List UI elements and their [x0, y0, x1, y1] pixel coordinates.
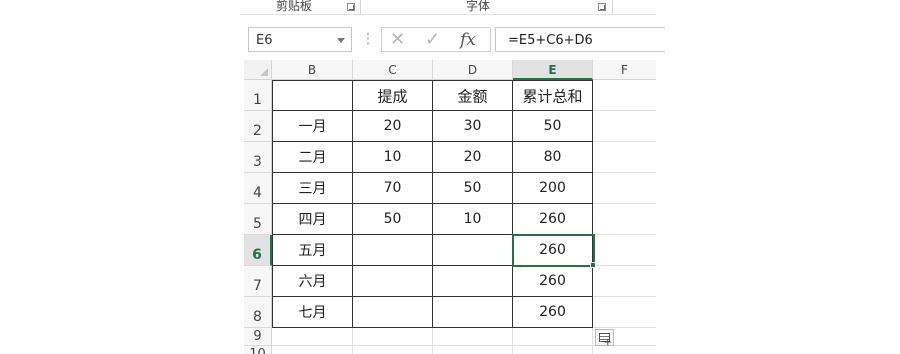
- table-cell[interactable]: 20: [433, 142, 513, 173]
- empty-cell[interactable]: [272, 346, 353, 354]
- table-cell[interactable]: 200: [513, 173, 593, 204]
- close-icon[interactable]: ✕: [390, 30, 405, 50]
- empty-cell[interactable]: [593, 173, 656, 204]
- table-cell[interactable]: 10: [353, 142, 433, 173]
- table-cell[interactable]: 六月: [272, 266, 353, 297]
- formula-bar-buttons: ✕ ✓ fx: [381, 27, 491, 52]
- formula-bar-grip-icon[interactable]: ⋮: [361, 31, 375, 47]
- table-cell[interactable]: [353, 297, 433, 328]
- ribbon-separator: [612, 0, 613, 14]
- column-header-c[interactable]: C: [353, 60, 433, 80]
- table-cell[interactable]: 260: [513, 266, 593, 297]
- table-cell[interactable]: 30: [433, 111, 513, 142]
- name-box-value: E6: [256, 33, 273, 48]
- empty-cell[interactable]: [593, 142, 656, 173]
- empty-cell[interactable]: [593, 297, 656, 328]
- font-dialog-launcher-icon[interactable]: [598, 3, 606, 11]
- row-header-5[interactable]: 5: [244, 204, 272, 235]
- table-header-cell[interactable]: [272, 80, 353, 111]
- empty-cell[interactable]: [593, 235, 656, 266]
- ribbon-separator: [360, 0, 361, 14]
- table-cell[interactable]: 80: [513, 142, 593, 173]
- table-cell[interactable]: 四月: [272, 204, 353, 235]
- table-cell[interactable]: 50: [433, 173, 513, 204]
- active-cell-e6[interactable]: 260: [513, 235, 593, 266]
- table-cell[interactable]: [433, 297, 513, 328]
- table-cell[interactable]: 20: [353, 111, 433, 142]
- empty-cell[interactable]: [513, 328, 593, 346]
- table-cell[interactable]: [353, 266, 433, 297]
- ribbon-group-clipboard-label: 剪贴板: [276, 0, 313, 13]
- check-icon[interactable]: ✓: [425, 30, 440, 50]
- formula-input[interactable]: =E5+C6+D6: [495, 27, 665, 52]
- table-cell[interactable]: [433, 235, 513, 266]
- row-header-1[interactable]: 1: [244, 80, 272, 111]
- name-box[interactable]: E6: [248, 27, 352, 52]
- table-cell[interactable]: 10: [433, 204, 513, 235]
- empty-cell[interactable]: [593, 204, 656, 235]
- table-cell[interactable]: 五月: [272, 235, 353, 266]
- row-header-7[interactable]: 7: [244, 266, 272, 297]
- row-header-6[interactable]: 6: [244, 235, 272, 266]
- ribbon-group-strip: 剪贴板 字体: [240, 0, 656, 15]
- empty-cell[interactable]: [433, 328, 513, 346]
- empty-cell[interactable]: [433, 346, 513, 354]
- table-cell[interactable]: [353, 235, 433, 266]
- empty-cell[interactable]: [593, 266, 656, 297]
- empty-cell[interactable]: [593, 346, 656, 354]
- empty-cell[interactable]: [353, 328, 433, 346]
- table-cell[interactable]: [433, 266, 513, 297]
- table-cell[interactable]: 一月: [272, 111, 353, 142]
- empty-cell[interactable]: [272, 328, 353, 346]
- row-header-2[interactable]: 2: [244, 111, 272, 142]
- table-cell[interactable]: 260: [513, 204, 593, 235]
- table-cell[interactable]: 50: [353, 204, 433, 235]
- insert-function-icon[interactable]: fx: [460, 30, 476, 50]
- empty-cell[interactable]: [593, 111, 656, 142]
- column-header-e[interactable]: E: [513, 60, 593, 80]
- chevron-down-icon[interactable]: [337, 38, 345, 43]
- clipboard-dialog-launcher-icon[interactable]: [347, 3, 355, 11]
- table-cell[interactable]: 260: [513, 297, 593, 328]
- row-header-10[interactable]: 10: [244, 346, 272, 354]
- table-header-cell[interactable]: 提成: [353, 80, 433, 111]
- row-header-8[interactable]: 8: [244, 297, 272, 328]
- table-cell[interactable]: 七月: [272, 297, 353, 328]
- row-header-3[interactable]: 3: [244, 142, 272, 173]
- table-cell[interactable]: 50: [513, 111, 593, 142]
- worksheet-grid: B C D E F 1 2 3 4 5 6 7 8 9 10 提成 金额 累计总…: [244, 60, 656, 354]
- column-header-f[interactable]: F: [593, 60, 656, 80]
- row-header-4[interactable]: 4: [244, 173, 272, 204]
- empty-cell[interactable]: [353, 346, 433, 354]
- empty-cell[interactable]: [513, 346, 593, 354]
- formula-text: =E5+C6+D6: [508, 33, 593, 48]
- select-all-button[interactable]: [244, 60, 272, 80]
- auto-fill-options-icon[interactable]: [595, 329, 614, 348]
- table-header-cell[interactable]: 累计总和: [513, 80, 593, 111]
- column-header-d[interactable]: D: [433, 60, 513, 80]
- table-cell[interactable]: 70: [353, 173, 433, 204]
- table-header-cell[interactable]: 金额: [433, 80, 513, 111]
- column-header-b[interactable]: B: [272, 60, 353, 80]
- fill-handle[interactable]: [590, 262, 596, 268]
- table-cell[interactable]: 二月: [272, 142, 353, 173]
- table-cell[interactable]: 三月: [272, 173, 353, 204]
- empty-cell[interactable]: [593, 80, 656, 111]
- row-header-9[interactable]: 9: [244, 328, 272, 346]
- ribbon-group-font-label: 字体: [466, 0, 491, 13]
